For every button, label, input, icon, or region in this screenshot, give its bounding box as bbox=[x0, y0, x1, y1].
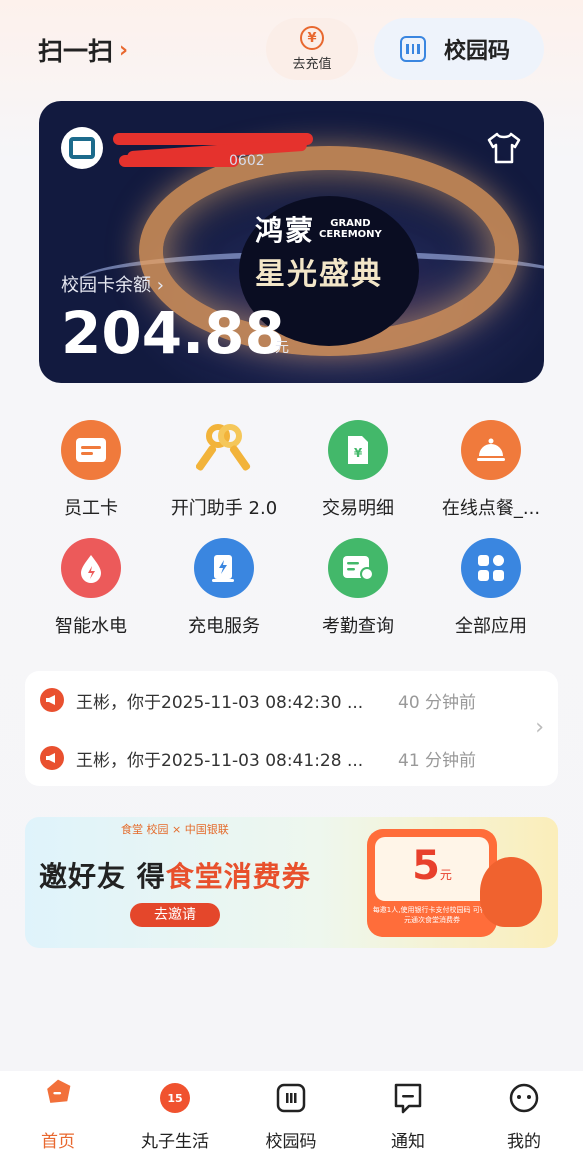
campus-code-icon bbox=[400, 36, 426, 62]
tab-notifications[interactable]: 通知 bbox=[353, 1081, 463, 1152]
tab-life[interactable]: 15 丸子生活 bbox=[120, 1081, 230, 1152]
home-icon bbox=[41, 1079, 75, 1115]
app-label: 考勤查询 bbox=[322, 616, 394, 637]
tab-campus-code[interactable]: 校园码 bbox=[236, 1081, 346, 1152]
tab-label: 丸子生活 bbox=[141, 1132, 209, 1152]
coupon-unit: 元 bbox=[439, 868, 452, 882]
coupon-desc: 每邀1人,使用银行卡支付校园码 可得5元通次食堂消费券 bbox=[372, 906, 492, 924]
keys-icon bbox=[194, 420, 254, 480]
redacted-name bbox=[113, 129, 323, 169]
grid-apps-icon bbox=[461, 538, 521, 598]
app-label: 智能水电 bbox=[55, 616, 127, 637]
svg-text:15: 15 bbox=[167, 1092, 182, 1105]
app-label: 交易明细 bbox=[322, 498, 394, 519]
balance-label[interactable]: 校园卡余额 › bbox=[61, 271, 164, 297]
app-door-assistant[interactable]: 开门助手 2.0 bbox=[159, 420, 289, 520]
balance-amount: 204.88 bbox=[61, 299, 285, 367]
notice-text: 王彬，你于2025-11-03 08:42:30 ... bbox=[76, 692, 364, 713]
top-bar: 扫一扫 › ¥ 去充值 校园码 bbox=[0, 18, 583, 84]
megaphone-icon bbox=[40, 746, 64, 770]
profile-icon bbox=[507, 1081, 541, 1115]
campus-code-icon bbox=[274, 1081, 308, 1115]
banner-headline: 邀好友 得食堂消费券 bbox=[39, 860, 311, 893]
recharge-label: 去充值 bbox=[292, 57, 332, 72]
app-label: 开门助手 2.0 bbox=[170, 498, 278, 519]
water-electric-icon bbox=[61, 538, 121, 598]
tab-profile[interactable]: 我的 bbox=[469, 1081, 579, 1152]
card-logo bbox=[61, 127, 103, 169]
scan-label: 扫一扫 bbox=[38, 37, 114, 66]
app-charging-service[interactable]: 充电服务 bbox=[159, 538, 289, 638]
tab-label: 首页 bbox=[41, 1132, 75, 1152]
charging-icon bbox=[194, 538, 254, 598]
card-icon bbox=[61, 420, 121, 480]
campus-card[interactable]: 0602 鸿蒙 GRAND CEREMONY 星光盛典 校园卡余额 › 204.… bbox=[39, 101, 544, 383]
app-employee-card[interactable]: 员工卡 bbox=[26, 420, 156, 520]
scan-button[interactable]: 扫一扫 › bbox=[38, 32, 128, 68]
coupon-amount: 5 bbox=[412, 843, 440, 889]
chevron-right-icon: › bbox=[119, 37, 129, 63]
dish-icon bbox=[461, 420, 521, 480]
coupon-graphic: 5元 每邀1人,使用银行卡支付校园码 可得5元通次食堂消费券 bbox=[367, 829, 497, 937]
app-label: 全部应用 bbox=[455, 616, 527, 637]
app-all-apps[interactable]: 全部应用 bbox=[426, 538, 556, 638]
app-label: 员工卡 bbox=[64, 498, 118, 519]
event-title: 鸿蒙 GRAND CEREMONY 星光盛典 bbox=[255, 214, 383, 292]
campus-code-label: 校园码 bbox=[444, 39, 511, 64]
receipt-icon: ¥ bbox=[328, 420, 388, 480]
tab-home[interactable]: 首页 bbox=[3, 1079, 113, 1152]
balance-unit: 元 bbox=[275, 340, 289, 356]
card-number: 0602 bbox=[229, 153, 265, 169]
invite-button[interactable]: 去邀请 bbox=[130, 903, 220, 927]
app-label: 充电服务 bbox=[188, 616, 260, 637]
tab-label: 通知 bbox=[391, 1132, 425, 1152]
campus-code-button[interactable]: 校园码 bbox=[374, 18, 544, 80]
notice-item[interactable]: 王彬，你于2025-11-03 08:42:30 ... 40 分钟前 bbox=[40, 685, 510, 715]
banner-brand: 食堂 校园 × 中国银联 bbox=[121, 823, 229, 836]
svg-text:¥: ¥ bbox=[354, 446, 363, 460]
tab-label: 校园码 bbox=[265, 1132, 317, 1152]
notice-time: 41 分钟前 bbox=[398, 750, 477, 771]
notice-text: 王彬，你于2025-11-03 08:41:28 ... bbox=[76, 750, 364, 771]
megaphone-icon bbox=[40, 688, 64, 712]
app-transactions[interactable]: ¥ 交易明细 bbox=[293, 420, 423, 520]
app-smart-utilities[interactable]: 智能水电 bbox=[26, 538, 156, 638]
app-label: 在线点餐_... bbox=[441, 498, 541, 519]
attendance-icon bbox=[328, 538, 388, 598]
invite-banner[interactable]: 食堂 校园 × 中国银联 邀好友 得食堂消费券 去邀请 5元 每邀1人,使用银行… bbox=[25, 817, 558, 948]
recharge-button[interactable]: ¥ 去充值 bbox=[266, 18, 358, 80]
life-icon: 15 bbox=[158, 1081, 192, 1115]
app-online-ordering[interactable]: 在线点餐_... bbox=[426, 420, 556, 520]
message-icon bbox=[391, 1081, 425, 1115]
yen-circle-icon: ¥ bbox=[300, 26, 324, 50]
notice-list[interactable]: 王彬，你于2025-11-03 08:42:30 ... 40 分钟前 王彬，你… bbox=[25, 671, 558, 786]
chevron-right-icon[interactable]: › bbox=[535, 715, 544, 740]
notice-item[interactable]: 王彬，你于2025-11-03 08:41:28 ... 41 分钟前 bbox=[40, 743, 510, 773]
app-attendance[interactable]: 考勤查询 bbox=[293, 538, 423, 638]
tshirt-icon[interactable] bbox=[486, 131, 522, 165]
mascot-illustration bbox=[480, 857, 542, 927]
bottom-tab-bar: 首页 15 丸子生活 校园码 通知 我的 bbox=[0, 1071, 583, 1173]
tab-label: 我的 bbox=[507, 1132, 541, 1152]
notice-time: 40 分钟前 bbox=[398, 692, 477, 713]
